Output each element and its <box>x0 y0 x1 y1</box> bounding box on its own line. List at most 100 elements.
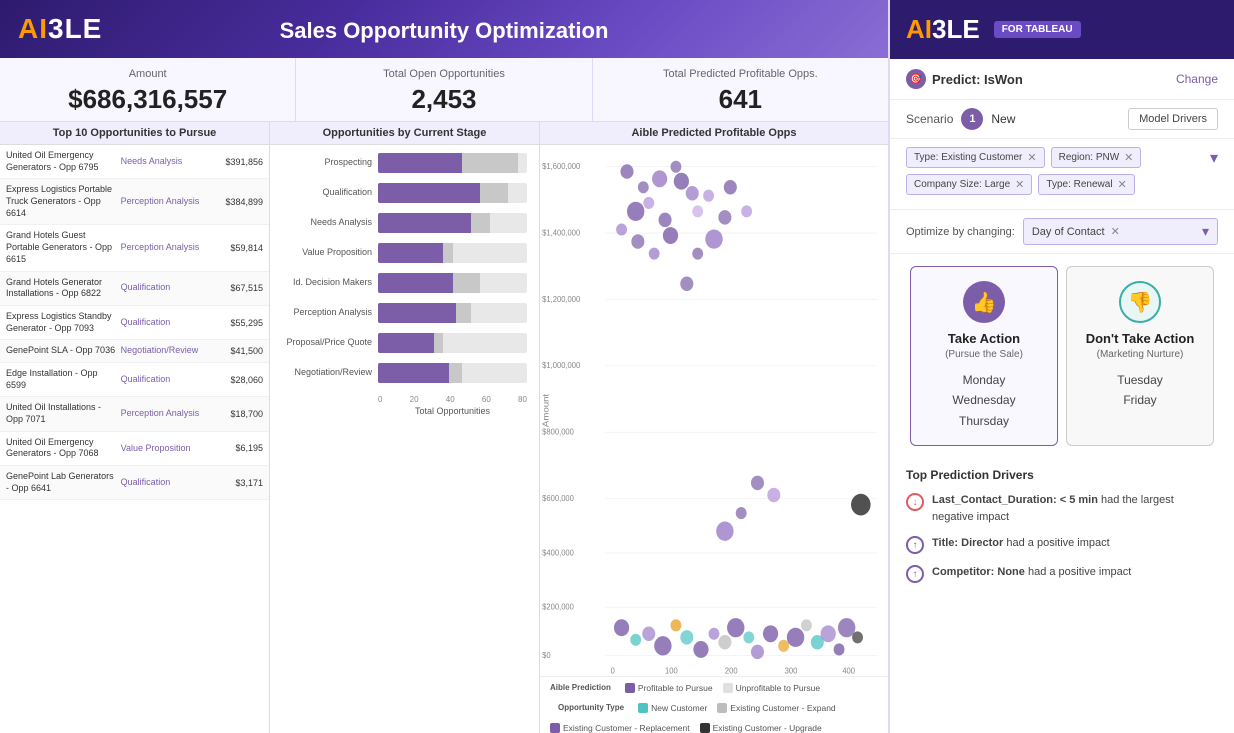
bar-section: Opportunities by Current Stage Prospecti… <box>270 122 540 733</box>
optimize-close[interactable]: ✕ <box>1111 225 1120 238</box>
metric-predicted-value: 641 <box>601 84 880 115</box>
bar-track <box>378 333 527 353</box>
filter-tag-company[interactable]: Company Size: Large ✕ <box>906 174 1032 195</box>
table-rows: United Oil Emergency Generators - Opp 67… <box>0 145 269 500</box>
table-title: Top 10 Opportunities to Pursue <box>0 122 269 145</box>
bar-track <box>378 363 527 383</box>
action-cards: 👍 Take Action (Pursue the Sale) Monday W… <box>906 266 1218 446</box>
filter-tag-region-label: Region: PNW <box>1059 152 1120 163</box>
bar-track <box>378 213 527 233</box>
table-row: Edge Installation - Opp 6599 Qualificati… <box>0 363 269 397</box>
bar-axis: 0 20 40 60 80 <box>282 393 527 404</box>
svg-text:$800,000: $800,000 <box>542 427 574 436</box>
bar-chart-area: Prospecting Qualification Needs Analysis… <box>270 145 539 424</box>
metric-amount-label: Amount <box>8 68 287 80</box>
logo-left: AI3LE <box>18 13 102 45</box>
legend-profitable-dot <box>625 683 635 693</box>
filter-tag-renewal-label: Type: Renewal <box>1046 179 1112 190</box>
bar-title: Opportunities by Current Stage <box>270 122 539 145</box>
row-amount: $67,515 <box>208 283 263 293</box>
optimize-dropdown-icon[interactable]: ▾ <box>1202 223 1209 240</box>
table-row: Express Logistics Portable Truck Generat… <box>0 179 269 225</box>
legend-profitable: Profitable to Pursue <box>625 683 713 693</box>
bar-row: Prospecting <box>282 153 527 173</box>
metric-open-opps: Total Open Opportunities 2,453 <box>296 58 592 121</box>
take-action-day-1: Monday <box>921 370 1047 390</box>
filter-tags: Type: Existing Customer ✕ Region: PNW ✕ … <box>906 147 1218 168</box>
optimize-value[interactable]: Day of Contact ✕ ▾ <box>1023 218 1218 245</box>
row-stage: Negotiation/Review <box>121 345 204 357</box>
scatter-section: Aible Predicted Profitable Opps $1,600,0… <box>540 122 888 733</box>
scatter-svg: $1,600,000 $1,400,000 $1,200,000 $1,000,… <box>540 145 888 676</box>
bar-label: Negotiation/Review <box>282 367 372 379</box>
right-logo-3ble: 3LE <box>932 14 980 44</box>
bar-label: Id. Decision Makers <box>282 277 372 289</box>
legend-area: Aible Prediction Profitable to Pursue Un… <box>540 676 888 733</box>
take-action-card: 👍 Take Action (Pursue the Sale) Monday W… <box>910 266 1058 446</box>
legend-replacement-dot <box>550 723 560 733</box>
row-name: Express Logistics Standby Generator - Op… <box>6 311 117 334</box>
svg-text:$1,400,000: $1,400,000 <box>542 228 581 237</box>
row-stage: Needs Analysis <box>121 156 204 168</box>
bar-fill-purple <box>378 363 449 383</box>
table-row: Express Logistics Standby Generator - Op… <box>0 306 269 340</box>
logo-3ble: 3LE <box>48 13 102 44</box>
metric-predicted-label: Total Predicted Profitable Opps. <box>601 68 880 80</box>
row-stage: Qualification <box>121 477 204 489</box>
table-row: United Oil Emergency Generators - Opp 67… <box>0 145 269 179</box>
filter-tag-existing[interactable]: Type: Existing Customer ✕ <box>906 147 1045 168</box>
legend-expand: Existing Customer - Expand <box>717 703 835 713</box>
dont-action-icon: 👎 <box>1119 281 1161 323</box>
predict-text: Predict: IsWon <box>932 72 1023 87</box>
filter-region-close[interactable]: ✕ <box>1124 151 1133 164</box>
bar-fill-purple <box>378 273 453 293</box>
row-name: GenePoint Lab Generators - Opp 6641 <box>6 471 117 494</box>
change-link[interactable]: Change <box>1176 72 1218 86</box>
filter-tag-renewal[interactable]: Type: Renewal ✕ <box>1038 174 1134 195</box>
table-row: GenePoint Lab Generators - Opp 6641 Qual… <box>0 466 269 500</box>
predict-label: 🎯 Predict: IsWon <box>906 69 1023 89</box>
opp-type-label: Opportunity Type <box>558 703 624 713</box>
filter-tag-region[interactable]: Region: PNW ✕ <box>1051 147 1142 168</box>
bar-fill-purple <box>378 183 480 203</box>
table-section: Top 10 Opportunities to Pursue United Oi… <box>0 122 270 733</box>
left-header: AI3LE Sales Opportunity Optimization <box>0 0 888 58</box>
svg-text:100: 100 <box>665 666 678 675</box>
filter-expand-button[interactable]: ▾ <box>1210 148 1218 168</box>
driver-bold-1: Last_Contact_Duration: < 5 min <box>932 494 1098 506</box>
bar-track <box>378 273 527 293</box>
optimize-label: Optimize by changing: <box>906 226 1015 238</box>
svg-text:$1,600,000: $1,600,000 <box>542 162 581 171</box>
drivers-title: Top Prediction Drivers <box>906 468 1218 482</box>
right-logo: AI3LE <box>906 14 980 45</box>
table-row: GenePoint SLA - Opp 7036 Negotiation/Rev… <box>0 340 269 363</box>
legend-unprofitable: Unprofitable to Pursue <box>723 683 821 693</box>
legend-expand-dot <box>717 703 727 713</box>
filter-renewal-close[interactable]: ✕ <box>1118 178 1127 191</box>
bar-row: Id. Decision Makers <box>282 273 527 293</box>
legend-replacement-label: Existing Customer - Replacement <box>563 723 690 733</box>
bar-rows: Prospecting Qualification Needs Analysis… <box>282 153 527 383</box>
metric-amount: Amount $686,316,557 <box>0 58 296 121</box>
dont-action-day-2: Friday <box>1077 390 1203 410</box>
legend-expand-label: Existing Customer - Expand <box>730 703 835 713</box>
bar-row: Qualification <box>282 183 527 203</box>
legend-replacement: Existing Customer - Replacement <box>550 723 690 733</box>
svg-text:0: 0 <box>611 666 616 675</box>
legend-unprofitable-label: Unprofitable to Pursue <box>736 683 821 693</box>
row-stage: Qualification <box>121 317 204 329</box>
metric-amount-value: $686,316,557 <box>8 84 287 115</box>
svg-text:$1,000,000: $1,000,000 <box>542 361 581 370</box>
filter-company-close[interactable]: ✕ <box>1015 178 1024 191</box>
bar-label: Needs Analysis <box>282 217 372 229</box>
metric-predicted: Total Predicted Profitable Opps. 641 <box>593 58 888 121</box>
take-action-title: Take Action <box>921 331 1047 346</box>
scenario-label: Scenario <box>906 112 953 126</box>
filter-existing-close[interactable]: ✕ <box>1027 151 1036 164</box>
left-panel: AI3LE Sales Opportunity Optimization Amo… <box>0 0 888 733</box>
row-stage: Qualification <box>121 282 204 294</box>
driver-after-3: had a positive impact <box>1028 566 1131 578</box>
svg-text:200: 200 <box>725 666 738 675</box>
bar-track <box>378 243 527 263</box>
model-drivers-button[interactable]: Model Drivers <box>1128 108 1218 130</box>
